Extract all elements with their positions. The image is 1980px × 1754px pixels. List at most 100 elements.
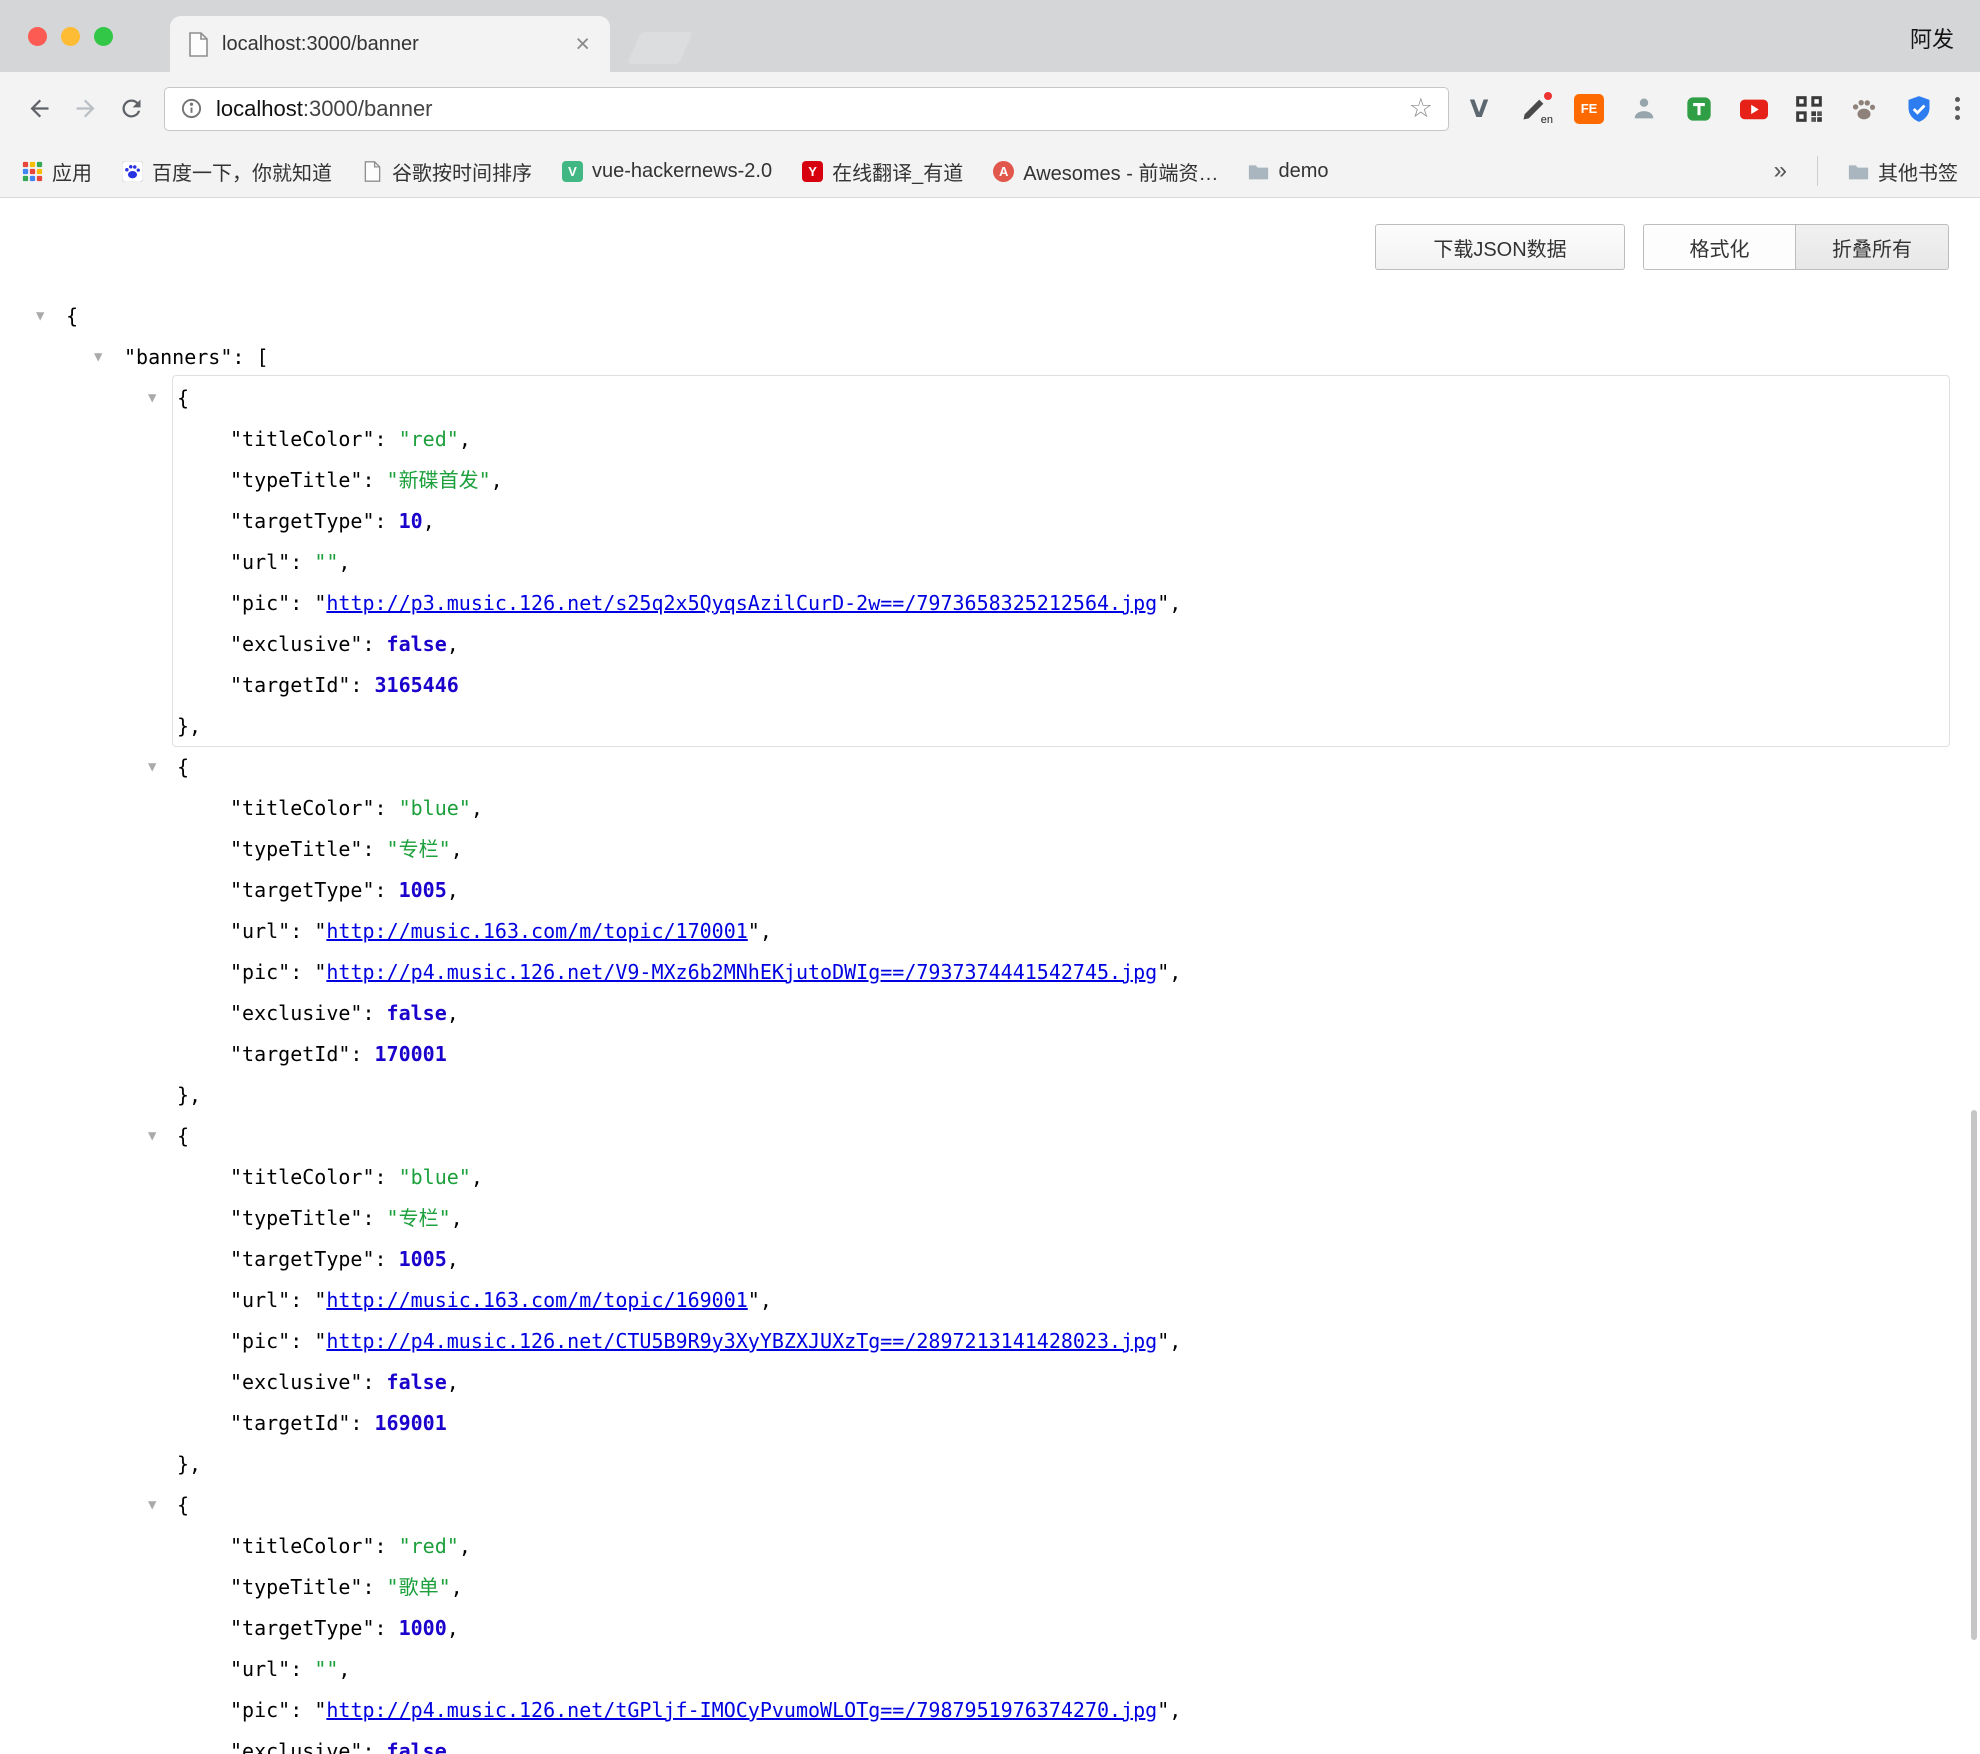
bookmark-star-icon[interactable]: ☆: [1409, 95, 1433, 122]
json-token: :: [375, 1165, 399, 1189]
json-link[interactable]: http://p4.music.126.net/tGPljf-IMOCyPvum…: [326, 1698, 1157, 1722]
json-token: :: [290, 1698, 314, 1722]
json-token: ,: [760, 919, 772, 943]
json-token: ,: [491, 468, 503, 492]
json-key: "typeTitle": [230, 468, 362, 492]
json-line: "titleColor": "blue",: [0, 788, 1980, 829]
json-token: :: [362, 1739, 386, 1754]
vertical-scrollbar[interactable]: [1971, 1110, 1977, 1640]
translate-pen-icon[interactable]: en: [1518, 93, 1550, 125]
bookmark-awesomes[interactable]: A Awesomes - 前端资…: [993, 157, 1218, 186]
new-tab-button[interactable]: [627, 32, 693, 64]
json-line: "exclusive": false: [0, 1731, 1980, 1754]
collapse-toggle-icon[interactable]: ▼: [148, 747, 156, 788]
json-token: ": [1157, 960, 1169, 984]
collapse-toggle-icon[interactable]: ▼: [148, 378, 156, 419]
back-button[interactable]: [16, 86, 62, 132]
json-brace: {: [66, 304, 78, 328]
vimium-icon[interactable]: V: [1463, 93, 1495, 125]
json-key: "targetType": [230, 1616, 375, 1640]
bookmark-folder-demo[interactable]: demo: [1248, 160, 1328, 183]
json-token: ,: [447, 1370, 459, 1394]
bookmarks-overflow-chevron[interactable]: »: [1774, 157, 1787, 185]
collapse-toggle-icon[interactable]: ▼: [94, 337, 102, 378]
json-token: ": [748, 1288, 760, 1312]
collapse-toggle-icon[interactable]: ▼: [148, 1116, 156, 1157]
security-shield-icon[interactable]: [1903, 93, 1935, 125]
t-shield-icon[interactable]: [1683, 93, 1715, 125]
page-content: 下载JSON数据 格式化 折叠所有 ▼{▼"banners": [▼{"titl…: [0, 198, 1980, 1754]
json-link[interactable]: http://music.163.com/m/topic/169001: [326, 1288, 747, 1312]
bookmark-apps[interactable]: 应用: [22, 157, 92, 186]
address-bar[interactable]: localhost:3000/banner ☆: [164, 87, 1449, 131]
json-key: "targetType": [230, 509, 375, 533]
navigation-bar: localhost:3000/banner ☆ V en FE: [0, 72, 1980, 145]
profile-name[interactable]: 阿发: [1910, 22, 1954, 54]
collapse-toggle-icon[interactable]: ▼: [36, 296, 44, 337]
json-key: "exclusive": [230, 1739, 362, 1754]
reload-button[interactable]: [108, 86, 154, 132]
json-number: 3165446: [375, 673, 459, 697]
json-line: "typeTitle": "新碟首发",: [0, 460, 1980, 501]
json-token: :: [350, 1042, 374, 1066]
json-token: ,: [423, 509, 435, 533]
bookmark-vue-hackernews[interactable]: V vue-hackernews-2.0: [562, 160, 772, 183]
json-string: "red": [399, 427, 459, 451]
json-token: :: [375, 796, 399, 820]
person-icon[interactable]: [1628, 93, 1660, 125]
json-line: ▼{: [0, 1485, 1980, 1526]
json-boolean: false: [387, 1001, 447, 1025]
json-boolean: false: [387, 632, 447, 656]
json-token: :: [350, 673, 374, 697]
json-key: "titleColor": [230, 796, 375, 820]
json-line: "url": "http://music.163.com/m/topic/169…: [0, 1280, 1980, 1321]
url-path: :3000/banner: [303, 96, 433, 121]
bookmark-youdao[interactable]: Y 在线翻译_有道: [802, 157, 963, 186]
youtube-icon[interactable]: [1738, 93, 1770, 125]
paw-icon[interactable]: [1848, 93, 1880, 125]
json-key: "titleColor": [230, 1534, 375, 1558]
json-number: 1000: [399, 1616, 447, 1640]
qr-code-icon[interactable]: [1793, 93, 1825, 125]
json-token: ,: [451, 1575, 463, 1599]
minimize-window-button[interactable]: [61, 27, 80, 46]
bookmark-google-sort[interactable]: 谷歌按时间排序: [362, 157, 532, 186]
browser-tab[interactable]: localhost:3000/banner ×: [170, 16, 610, 72]
json-token: ,: [471, 1165, 483, 1189]
json-token: :: [362, 1575, 386, 1599]
json-key: "pic": [230, 1698, 290, 1722]
json-object: ▼{"titleColor": "blue","typeTitle": "专栏"…: [0, 1116, 1980, 1485]
json-token: ,: [447, 1001, 459, 1025]
other-bookmarks-folder[interactable]: 其他书签: [1848, 157, 1958, 186]
json-key: "exclusive": [230, 1370, 362, 1394]
json-token: ,: [1169, 1329, 1181, 1353]
json-link[interactable]: http://p4.music.126.net/V9-MXz6b2MNhEKju…: [326, 960, 1157, 984]
fehelper-icon[interactable]: FE: [1573, 93, 1605, 125]
zoom-window-button[interactable]: [94, 27, 113, 46]
json-number: 10: [399, 509, 423, 533]
json-token: ,: [1169, 591, 1181, 615]
forward-button[interactable]: [62, 86, 108, 132]
json-token: :: [362, 632, 386, 656]
json-link[interactable]: http://music.163.com/m/topic/170001: [326, 919, 747, 943]
json-link[interactable]: http://p4.music.126.net/CTU5B9R9y3XyYBZX…: [326, 1329, 1157, 1353]
page-info-icon[interactable]: [180, 97, 203, 120]
json-line: "targetId": 169001: [0, 1403, 1980, 1444]
bookmark-baidu[interactable]: 百度一下，你就知道: [122, 157, 332, 186]
json-line: "targetType": 10,: [0, 501, 1980, 542]
json-token: ,: [1169, 1698, 1181, 1722]
json-line: ▼{: [0, 378, 1980, 419]
json-token: ": [1157, 1329, 1169, 1353]
json-token: :: [362, 1206, 386, 1230]
json-link[interactable]: http://p3.music.126.net/s25q2x5QyqsAzilC…: [326, 591, 1157, 615]
browser-menu-icon[interactable]: [1951, 93, 1964, 124]
json-key: "banners": [124, 345, 232, 369]
close-window-button[interactable]: [28, 27, 47, 46]
collapse-toggle-icon[interactable]: ▼: [148, 1485, 156, 1526]
json-token: ,: [459, 1534, 471, 1558]
json-line: ▼{: [0, 1116, 1980, 1157]
tab-close-icon[interactable]: ×: [573, 32, 592, 57]
json-token: ,: [447, 632, 459, 656]
json-token: ": [314, 960, 326, 984]
json-line: "titleColor": "blue",: [0, 1157, 1980, 1198]
